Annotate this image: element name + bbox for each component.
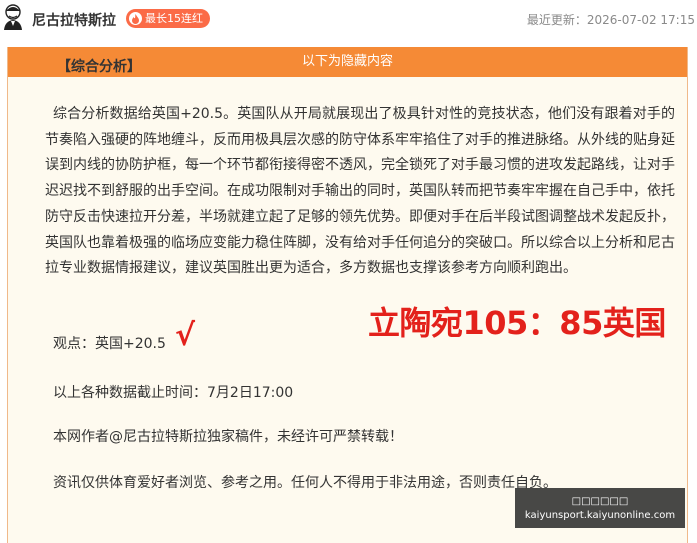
post-header: 尼古拉特斯拉 最长15连红 最近更新：2026-07-02 17:15 bbox=[0, 0, 697, 38]
copyright-notice: 本网作者@尼古拉特斯拉独家稿件，未经许可严禁转载！ bbox=[53, 429, 403, 445]
final-score: 立陶宛105：85英国 bbox=[368, 304, 666, 342]
author-avatar-icon[interactable] bbox=[2, 4, 24, 30]
check-mark: √ bbox=[175, 318, 196, 353]
watermark-line-2: kaiyunsport.kaiyunonline.com bbox=[524, 510, 676, 521]
watermark-line-1: □□□□□□ bbox=[571, 496, 629, 507]
section-title: 【综合分析】 bbox=[57, 59, 141, 75]
streak-badge-label: 最长15连红 bbox=[145, 12, 203, 25]
author-name[interactable]: 尼古拉特斯拉 bbox=[32, 10, 116, 30]
analysis-paragraph: 综合分析数据给英国+20.5。英国队从开局就展现出了极具针对性的竞技状态，他们没… bbox=[45, 106, 675, 277]
streak-badge: 最长15连红 bbox=[126, 9, 210, 28]
site-watermark: □□□□□□ kaiyunsport.kaiyunonline.com bbox=[515, 488, 685, 528]
flame-icon bbox=[129, 12, 142, 25]
last-updated: 最近更新：2026-07-02 17:15 bbox=[526, 13, 695, 27]
viewpoint-text: 观点：英国+20.5 bbox=[53, 336, 166, 352]
data-deadline: 以上各种数据截止时间：7月2日17:00 bbox=[53, 385, 294, 401]
disclaimer-text: 资讯仅供体育爱好者浏览、参考之用。任何人不得用于非法用途，否则责任自负。 bbox=[53, 475, 557, 491]
